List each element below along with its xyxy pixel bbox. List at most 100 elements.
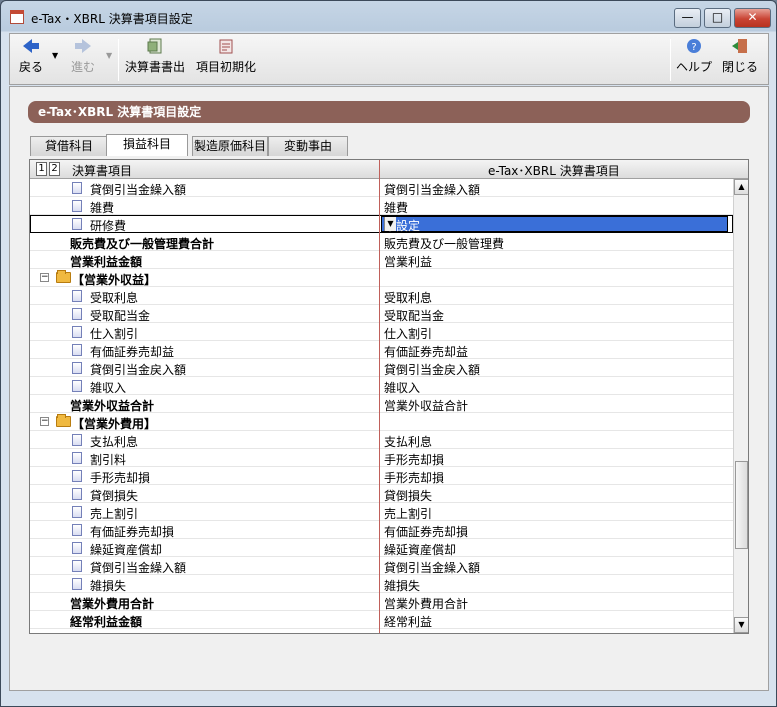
document-icon bbox=[72, 344, 82, 356]
scroll-up-icon[interactable]: ▲ bbox=[734, 179, 748, 195]
row-value: 雑損失 bbox=[384, 579, 421, 593]
toolbar: 戻る ▼ 進む ▼ 決算書書出 項目初期化 ? ヘルプ 閉じる bbox=[9, 33, 769, 85]
tab-balance-sheet[interactable]: 貸借科目 bbox=[30, 136, 108, 156]
vertical-scrollbar[interactable]: ▲ ▼ bbox=[733, 179, 748, 633]
table-row[interactable]: 営業利益金額 営業利益 bbox=[30, 251, 733, 269]
row-label: 販売費及び一般管理費合計 bbox=[70, 237, 215, 251]
table-row[interactable]: 雑収入 雑収入 bbox=[30, 377, 733, 395]
table-row[interactable]: 貸倒引当金繰入額 貸倒引当金繰入額 bbox=[30, 557, 733, 575]
etax-item-select[interactable]: 未設定 ▼ bbox=[381, 216, 728, 233]
help-icon: ? bbox=[687, 39, 701, 53]
row-value: 有価証券売却益 bbox=[384, 345, 469, 359]
row-label: 営業外収益合計 bbox=[70, 399, 155, 413]
row-value: 受取配当金 bbox=[384, 309, 445, 323]
document-icon bbox=[72, 542, 82, 554]
column-header-items[interactable]: 決算書項目 bbox=[72, 162, 132, 179]
row-label: 売上割引 bbox=[90, 507, 139, 521]
forward-arrow-icon bbox=[75, 39, 91, 53]
collapse-icon[interactable]: − bbox=[40, 273, 49, 282]
table-row[interactable]: 雑費 雑費 bbox=[30, 197, 733, 215]
level-2-button[interactable]: 2 bbox=[49, 162, 60, 176]
table-row[interactable]: − 【営業外費用】 bbox=[30, 413, 733, 431]
forward-dropdown-icon[interactable]: ▼ bbox=[106, 51, 112, 60]
table-row[interactable]: 有価証券売却益 有価証券売却益 bbox=[30, 341, 733, 359]
document-icon bbox=[72, 308, 82, 320]
row-value: 有価証券売却損 bbox=[384, 525, 469, 539]
table-row[interactable]: 手形売却損 手形売却損 bbox=[30, 467, 733, 485]
level-1-button[interactable]: 1 bbox=[36, 162, 47, 176]
row-label: 割引料 bbox=[90, 453, 127, 467]
row-label: 貸倒引当金繰入額 bbox=[90, 561, 187, 575]
table-row[interactable]: 繰延資産償却 繰延資産償却 bbox=[30, 539, 733, 557]
exit-door-icon bbox=[732, 39, 747, 53]
table-row[interactable]: 仕入割引 仕入割引 bbox=[30, 323, 733, 341]
scroll-thumb[interactable] bbox=[735, 461, 748, 549]
collapse-icon[interactable]: − bbox=[40, 417, 49, 426]
row-value: 雑費 bbox=[384, 201, 409, 215]
table-row[interactable]: 研修費 未設定 ▼ bbox=[30, 215, 733, 233]
document-icon bbox=[72, 218, 82, 230]
table-row[interactable]: 受取配当金 受取配当金 bbox=[30, 305, 733, 323]
close-button[interactable]: 閉じる bbox=[720, 38, 760, 75]
app-icon bbox=[10, 10, 24, 24]
row-value: 仕入割引 bbox=[384, 327, 433, 341]
initialize-label: 項目初期化 bbox=[195, 60, 256, 74]
row-value: 貸倒引当金戻入額 bbox=[384, 363, 481, 377]
initialize-button[interactable]: 項目初期化 bbox=[194, 38, 258, 75]
panel-title: e-Tax･XBRL 決算書項目設定 bbox=[28, 101, 750, 123]
tab-manufacturing-cost[interactable]: 製造原価科目 bbox=[192, 136, 268, 156]
row-value: 営業外収益合計 bbox=[384, 399, 469, 413]
table-row[interactable]: 貸倒引当金戻入額 貸倒引当金戻入額 bbox=[30, 359, 733, 377]
row-value: 手形売却損 bbox=[384, 471, 445, 485]
document-icon bbox=[72, 452, 82, 464]
minimize-button[interactable]: — bbox=[674, 8, 701, 28]
tab-income-statement[interactable]: 損益科目 bbox=[106, 134, 188, 156]
column-header-etax[interactable]: e-Tax･XBRL 決算書項目 bbox=[488, 162, 620, 179]
table-row[interactable]: 雑損失 雑損失 bbox=[30, 575, 733, 593]
table-row[interactable]: 受取利息 受取利息 bbox=[30, 287, 733, 305]
back-arrow-icon bbox=[23, 39, 39, 53]
document-export-icon bbox=[147, 38, 162, 54]
back-dropdown-icon[interactable]: ▼ bbox=[52, 51, 58, 60]
close-window-button[interactable]: ✕ bbox=[734, 8, 771, 28]
document-icon bbox=[72, 488, 82, 500]
table-row[interactable]: − 【営業外収益】 bbox=[30, 269, 733, 287]
row-value: 貸倒引当金繰入額 bbox=[384, 561, 481, 575]
table-row[interactable]: 貸倒損失 貸倒損失 bbox=[30, 485, 733, 503]
table-row[interactable]: 販売費及び一般管理費合計 販売費及び一般管理費 bbox=[30, 233, 733, 251]
document-icon bbox=[72, 470, 82, 482]
row-label: 有価証券売却益 bbox=[90, 345, 175, 359]
folder-icon bbox=[56, 414, 71, 427]
row-label: 雑費 bbox=[90, 201, 115, 215]
toolbar-separator bbox=[118, 39, 119, 81]
row-value: 貸倒損失 bbox=[384, 489, 433, 503]
table-row[interactable]: 営業外費用合計 営業外費用合計 bbox=[30, 593, 733, 611]
table-row[interactable]: 貸倒引当金繰入額 貸倒引当金繰入額 bbox=[30, 179, 733, 197]
window-title: e-Tax・XBRL 決算書項目設定 bbox=[31, 12, 193, 26]
row-label: 営業外費用合計 bbox=[70, 597, 155, 611]
back-label: 戻る bbox=[18, 60, 43, 74]
scroll-down-icon[interactable]: ▼ bbox=[734, 617, 748, 633]
document-icon bbox=[72, 434, 82, 446]
tab-changes[interactable]: 変動事由 bbox=[268, 136, 348, 156]
table-row[interactable]: 有価証券売却損 有価証券売却損 bbox=[30, 521, 733, 539]
table-row[interactable]: 割引料 手形売却損 bbox=[30, 449, 733, 467]
table-row[interactable]: 営業外収益合計 営業外収益合計 bbox=[30, 395, 733, 413]
maximize-button[interactable]: □ bbox=[704, 8, 731, 28]
row-value: 営業外費用合計 bbox=[384, 597, 469, 611]
document-icon bbox=[72, 290, 82, 302]
forward-button[interactable]: 進む bbox=[66, 38, 100, 75]
help-button[interactable]: ? ヘルプ bbox=[674, 38, 714, 75]
back-button[interactable]: 戻る bbox=[16, 38, 46, 75]
table-row[interactable]: 支払利息 支払利息 bbox=[30, 431, 733, 449]
row-label: 雑損失 bbox=[90, 579, 127, 593]
table-row[interactable]: 経常利益金額 経常利益 bbox=[30, 611, 733, 629]
document-icon bbox=[72, 182, 82, 194]
row-label: 支払利息 bbox=[90, 435, 139, 449]
output-button[interactable]: 決算書書出 bbox=[124, 38, 186, 75]
row-value: 繰延資産償却 bbox=[384, 543, 457, 557]
column-divider bbox=[379, 160, 380, 633]
output-label: 決算書書出 bbox=[124, 60, 185, 74]
table-row[interactable]: 売上割引 売上割引 bbox=[30, 503, 733, 521]
chevron-down-icon[interactable]: ▼ bbox=[384, 217, 396, 231]
